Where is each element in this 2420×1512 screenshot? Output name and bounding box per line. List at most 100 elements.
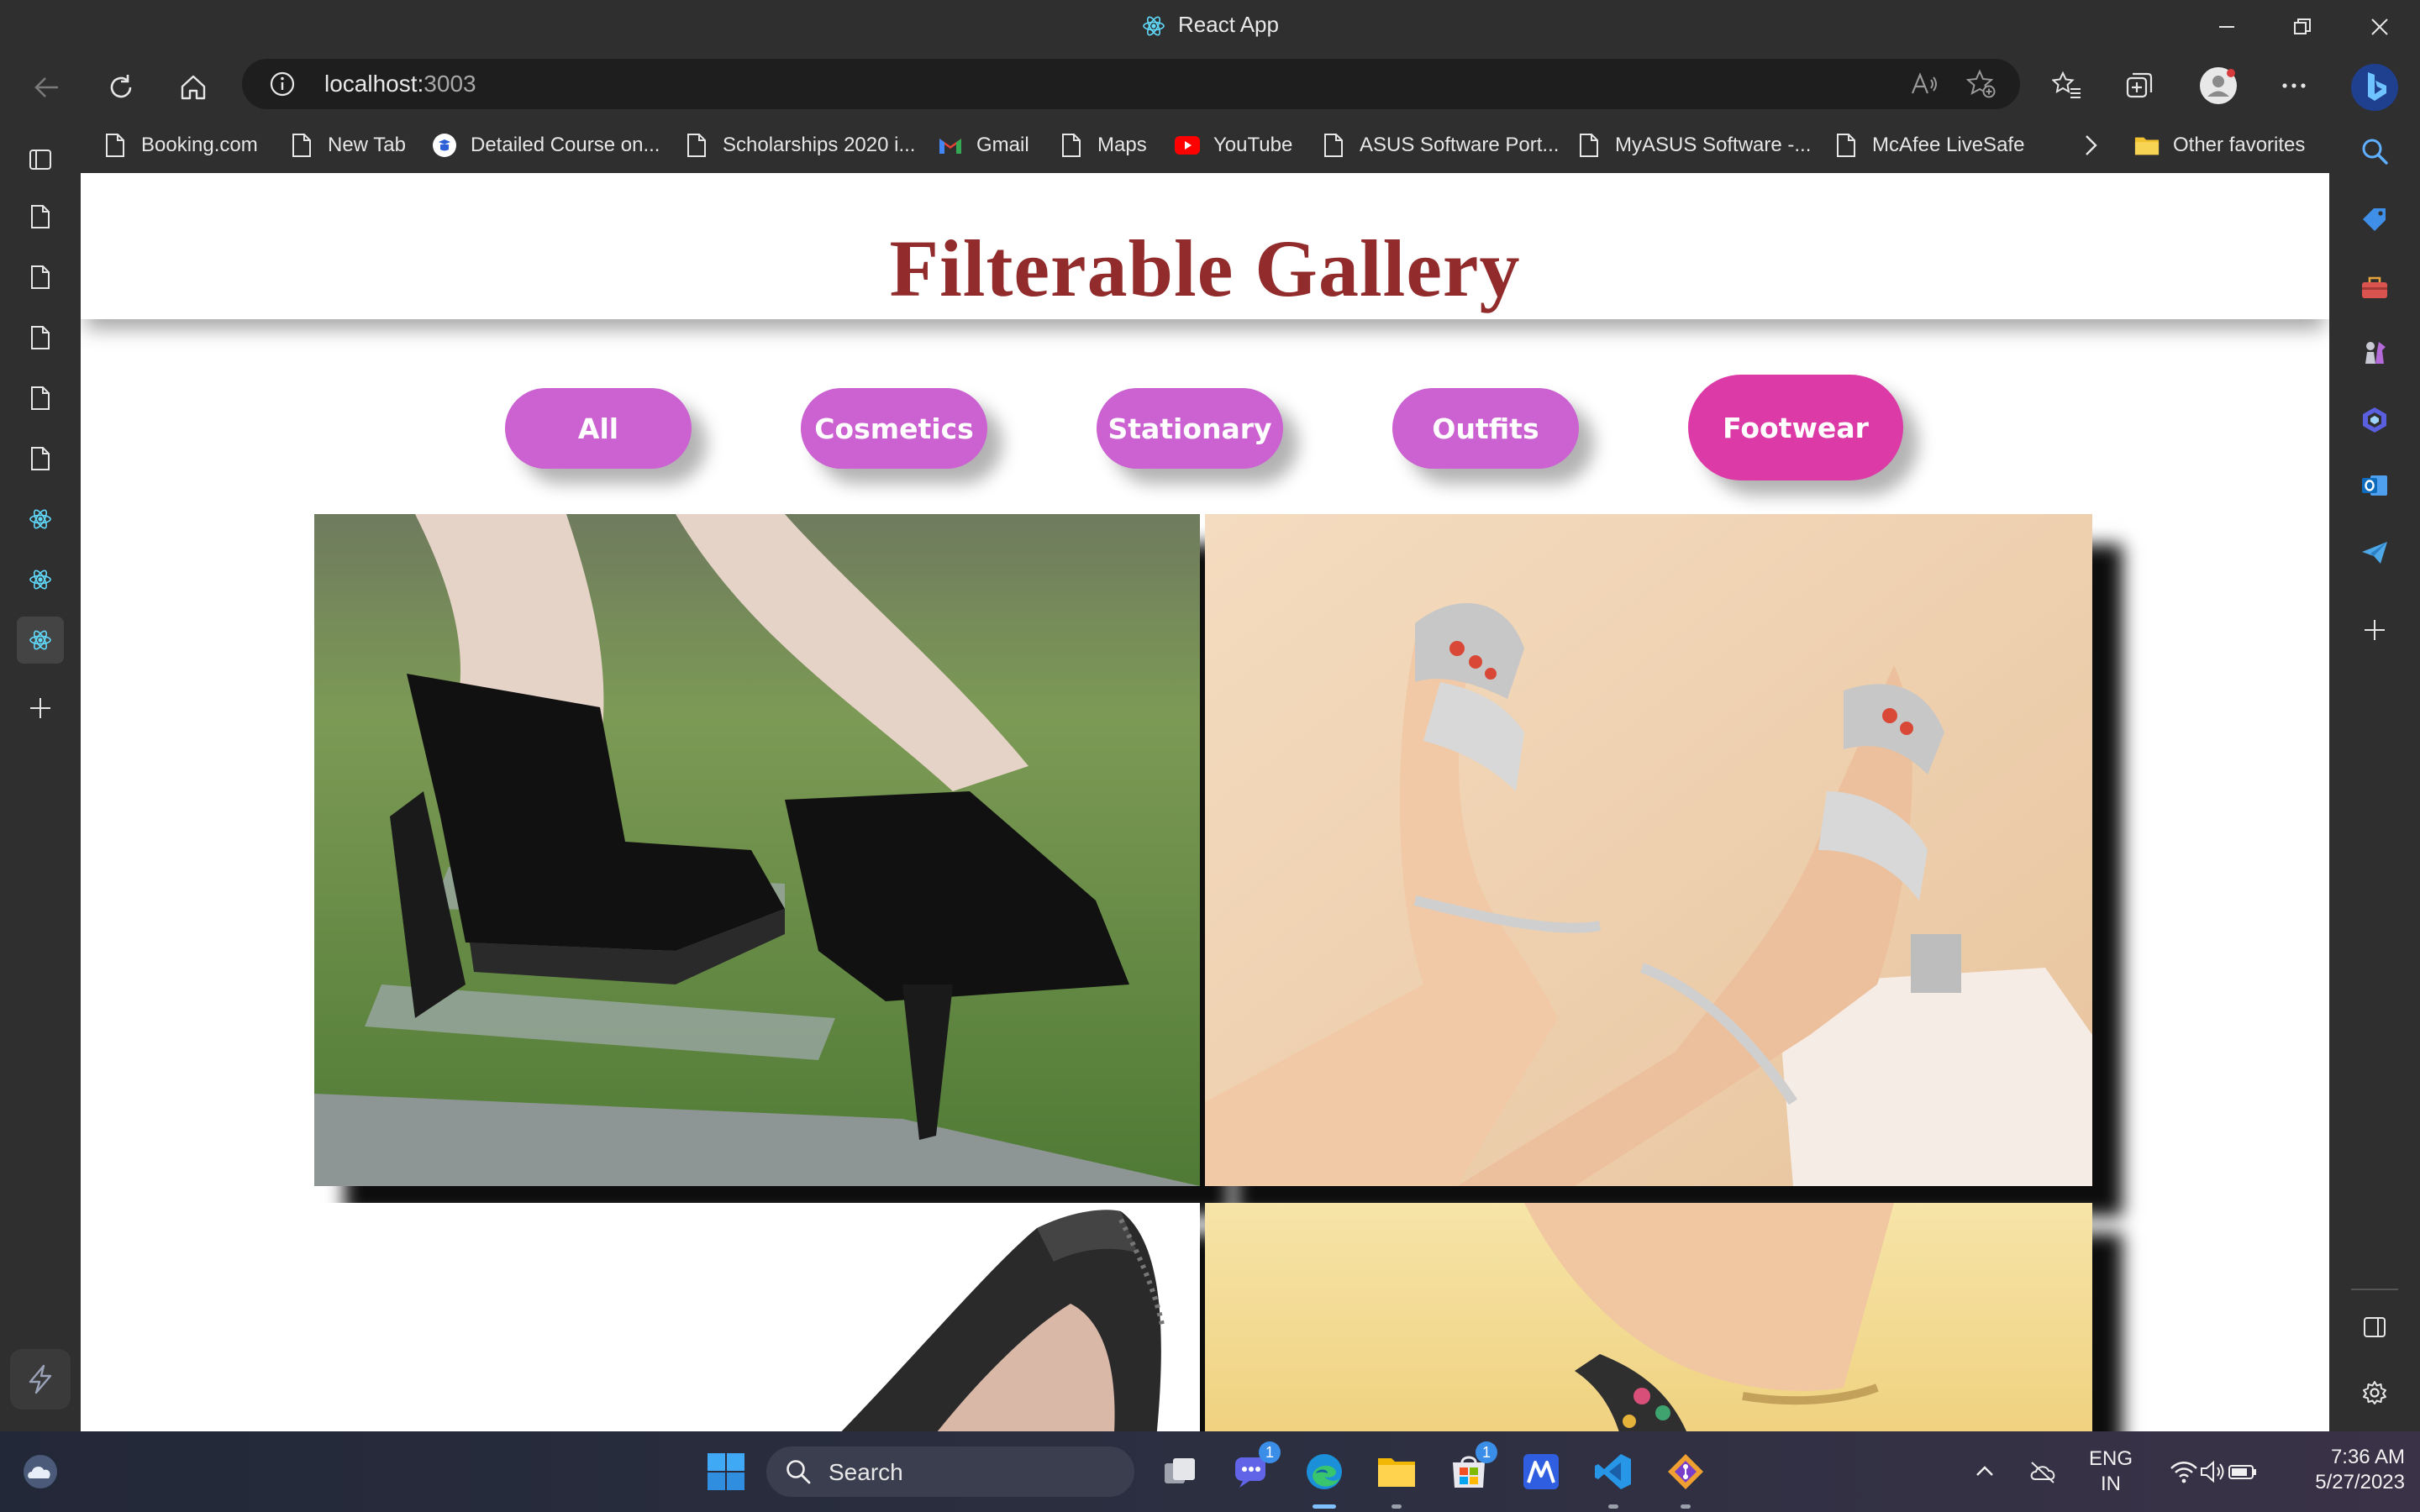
favorites-list-icon	[2052, 71, 2081, 98]
tab-actions-menu[interactable]	[17, 136, 64, 183]
filter-all-button[interactable]: All	[505, 388, 692, 469]
refresh-button[interactable]	[97, 66, 145, 109]
sidebar-outlook-button[interactable]	[2351, 462, 2398, 509]
new-tab-button[interactable]	[17, 685, 64, 732]
git-app-button[interactable]	[1662, 1448, 1709, 1509]
refresh-icon	[110, 75, 132, 98]
clock[interactable]: 7:36 AM 5/27/2023	[2279, 1445, 2405, 1495]
restore-icon	[2294, 18, 2311, 34]
show-hidden-icons-button[interactable]	[1968, 1448, 2002, 1495]
running-indicator	[1608, 1504, 1618, 1509]
sidebar-office-button[interactable]	[2351, 396, 2398, 444]
tab-react-app-1[interactable]	[17, 496, 64, 543]
edge-browser-icon	[1307, 1454, 1342, 1489]
sidebar-settings-button[interactable]	[2351, 1369, 2398, 1416]
weather-widget[interactable]	[17, 1448, 64, 1495]
add-favorite-button[interactable]	[1965, 69, 1998, 99]
app-shortcut-button[interactable]	[10, 1349, 71, 1410]
read-aloud-button[interactable]	[1907, 69, 1941, 99]
toolbox-icon	[2362, 276, 2387, 298]
back-arrow-icon	[34, 77, 58, 97]
tab-react-app-2[interactable]	[17, 556, 64, 603]
collections-button[interactable]	[2119, 66, 2160, 106]
bing-chat-button[interactable]	[2349, 62, 2400, 113]
filter-footwear-button[interactable]: Footwear	[1688, 375, 1903, 480]
region-code: IN	[2101, 1473, 2121, 1495]
other-favorites[interactable]: Other favorites	[2134, 128, 2305, 163]
favorite-youtube[interactable]: YouTube	[1175, 128, 1292, 163]
sidebar-tools-button[interactable]	[2351, 264, 2398, 311]
url-text[interactable]: localhost:3003	[324, 71, 476, 97]
tab-page-5[interactable]	[17, 435, 64, 482]
favorite-scholarships[interactable]: Scholarships 2020 i...	[684, 128, 915, 163]
minimize-icon	[2219, 26, 2234, 28]
home-button[interactable]	[170, 66, 217, 109]
teams-chat-button[interactable]: 1	[1228, 1441, 1281, 1495]
task-view-button[interactable]	[1156, 1448, 1203, 1495]
more-options-button[interactable]	[2274, 66, 2314, 106]
gallery-image-silver-sandals[interactable]	[1205, 514, 2092, 1186]
back-button[interactable]	[24, 66, 71, 109]
edge-taskbar-button[interactable]	[1301, 1448, 1348, 1509]
close-button[interactable]	[2346, 8, 2413, 45]
tab-page-4[interactable]	[17, 375, 64, 422]
favorite-new-tab[interactable]: New Tab	[289, 128, 406, 163]
microsoft-store-button[interactable]: 1	[1445, 1441, 1497, 1495]
address-bar[interactable]: localhost:3003	[242, 59, 2020, 109]
git-diamond-icon	[1668, 1454, 1703, 1489]
react-icon	[29, 570, 51, 590]
vscode-button[interactable]	[1590, 1448, 1637, 1509]
favorite-label: ASUS Software Port...	[1360, 134, 1560, 156]
tab-page-3[interactable]	[17, 314, 64, 361]
favorite-label: Scholarships 2020 i...	[723, 134, 916, 156]
favorites-button[interactable]	[2047, 66, 2087, 106]
black-heels-photo	[314, 514, 1200, 1186]
minimize-button[interactable]	[2193, 8, 2260, 45]
app-pinned-button[interactable]	[1518, 1448, 1565, 1495]
quick-settings-button[interactable]	[2154, 1448, 2272, 1495]
favorite-maps[interactable]: Maps	[1059, 128, 1147, 163]
tab-page-2[interactable]	[17, 254, 64, 301]
favorite-detailed-course[interactable]: Detailed Course on...	[432, 128, 660, 163]
language-code: ENG	[2088, 1447, 2133, 1470]
sidebar-telegram-button[interactable]	[2351, 529, 2398, 576]
gallery-image-black-heels[interactable]	[314, 514, 1200, 1186]
profile-button[interactable]	[2198, 66, 2238, 106]
gallery-image-embellished-sandal[interactable]	[1205, 1203, 2092, 1431]
bing-icon	[2351, 64, 2398, 111]
favorite-booking[interactable]: Booking.com	[103, 128, 258, 163]
taskbar-search-box[interactable]: Search	[766, 1446, 1134, 1497]
office-icon	[2363, 407, 2386, 433]
sidebar-add-button[interactable]	[2351, 606, 2398, 654]
favorite-label: MyASUS Software -...	[1615, 134, 1812, 156]
tab-react-app-active[interactable]	[17, 617, 64, 664]
react-icon	[29, 509, 51, 529]
favorite-mcafee[interactable]: McAfee LiveSafe	[1833, 128, 2024, 163]
file-explorer-button[interactable]	[1373, 1448, 1420, 1509]
plus-icon	[30, 698, 50, 718]
outlook-icon	[2362, 475, 2387, 496]
close-icon	[2371, 18, 2388, 35]
filter-outfits-button[interactable]: Outfits	[1392, 388, 1579, 469]
window-title-text: React App	[1178, 12, 1279, 37]
favorite-gmail[interactable]: Gmail	[938, 128, 1029, 163]
gallery-image-black-pump[interactable]	[314, 1203, 1200, 1431]
filter-stationary-button[interactable]: Stationary	[1097, 388, 1283, 469]
hide-sidebar-button[interactable]	[2351, 1304, 2398, 1351]
sidebar-shopping-button[interactable]	[2351, 197, 2398, 244]
favorite-label: McAfee LiveSafe	[1872, 134, 2025, 156]
language-indicator[interactable]: ENG IN	[2082, 1446, 2139, 1497]
onedrive-status[interactable]	[2023, 1448, 2062, 1495]
tab-page-1[interactable]	[17, 193, 64, 240]
sidebar-search-button[interactable]	[2351, 128, 2398, 175]
page-icon	[31, 265, 50, 289]
favorites-overflow-button[interactable]	[2081, 128, 2101, 163]
filter-cosmetics-button[interactable]: Cosmetics	[801, 388, 987, 469]
favorite-label: New Tab	[328, 134, 406, 156]
info-icon[interactable]	[269, 71, 296, 97]
favorite-myasus[interactable]: MyASUS Software -...	[1576, 128, 1811, 163]
favorite-asus-software[interactable]: ASUS Software Port...	[1321, 128, 1559, 163]
sidebar-games-button[interactable]	[2351, 329, 2398, 376]
restore-button[interactable]	[2269, 8, 2336, 45]
start-button[interactable]	[702, 1448, 750, 1495]
